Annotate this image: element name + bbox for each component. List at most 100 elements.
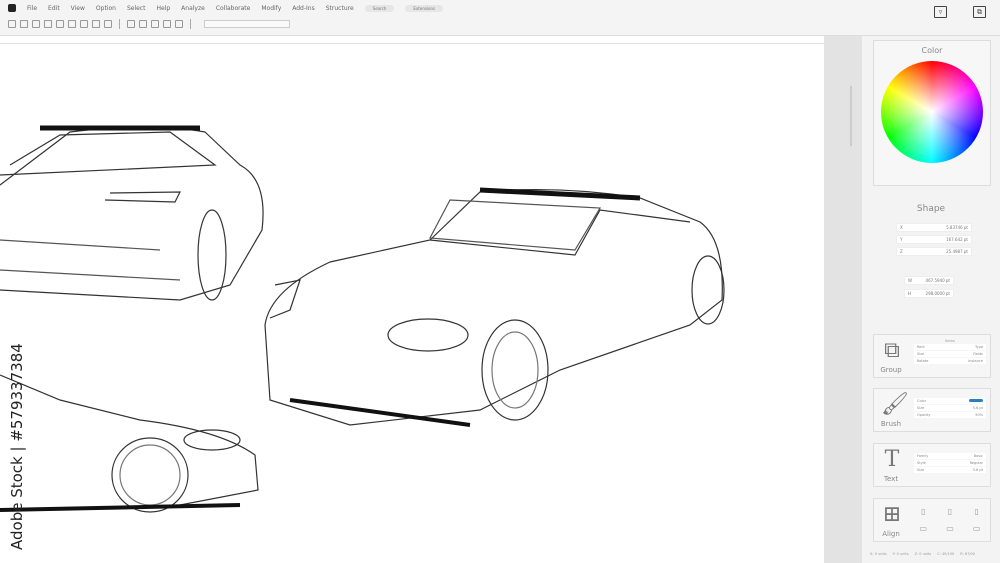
option[interactable]: Rect bbox=[917, 345, 925, 349]
top-toolbar: File Edit View Option Select Help Analyz… bbox=[0, 0, 1000, 36]
size-fields: W 467.5940 pt H 298.0000 pt bbox=[904, 272, 954, 302]
menu-view[interactable]: View bbox=[71, 5, 85, 12]
car-sketch-rear bbox=[0, 125, 264, 301]
option[interactable]: Type bbox=[975, 345, 983, 349]
status-bar: X: 0 units Y: 0 units Z: 0 units C: 49/1… bbox=[862, 552, 1000, 556]
menu-help[interactable]: Help bbox=[156, 5, 170, 12]
color-swatch[interactable] bbox=[969, 399, 983, 402]
window-tool-icon[interactable] bbox=[32, 20, 40, 28]
align-options: ▯ ▯ ▯ ▭ ▭ ▭ bbox=[914, 507, 986, 533]
pointer-icon[interactable] bbox=[104, 20, 112, 28]
right-panel: Color Shape X 5.83746 pt Y 167.642 pt Z 25.… bbox=[862, 36, 1000, 563]
h-field[interactable]: H 298.0000 pt bbox=[904, 289, 954, 298]
field-label: H bbox=[908, 291, 912, 296]
x-field[interactable]: X 5.83746 pt bbox=[896, 223, 972, 232]
divider bbox=[119, 19, 120, 29]
color-title: Color bbox=[921, 46, 943, 55]
field-value: 298.0000 pt bbox=[925, 291, 950, 296]
stop-icon[interactable] bbox=[80, 20, 88, 28]
menu-collaborate[interactable]: Collaborate bbox=[216, 5, 251, 12]
text-tool[interactable]: T Text Family Basic Style Regular Size 5.6 … bbox=[873, 443, 991, 487]
align-center-icon[interactable]: ▭ bbox=[941, 524, 960, 533]
brush-tool[interactable]: 🖌 Brush Color Size 5.6 pt Opacity 50% bbox=[873, 388, 991, 432]
field-value: 467.5940 pt bbox=[925, 278, 950, 283]
menu-edit[interactable]: Edit bbox=[48, 5, 60, 12]
group-tool[interactable]: ⧉ Group Items Rect Type Size Fields Rotate… bbox=[873, 334, 991, 378]
field-label: W bbox=[908, 278, 912, 283]
car-sketch-side bbox=[0, 374, 259, 513]
text-options: Family Basic Style Regular Size 5.6 pt bbox=[914, 452, 986, 474]
menu-select[interactable]: Select bbox=[127, 5, 146, 12]
status-x: X: 0 units bbox=[870, 552, 887, 556]
image-tool-icon[interactable] bbox=[44, 20, 52, 28]
y-field[interactable]: Y 167.642 pt bbox=[896, 235, 972, 244]
document-copy-icon[interactable] bbox=[163, 20, 171, 28]
option-value[interactable]: Regular bbox=[970, 461, 983, 465]
menu-modify[interactable]: Modify bbox=[261, 5, 281, 12]
menu-analyze[interactable]: Analyze bbox=[181, 5, 205, 12]
field-label: X bbox=[900, 225, 903, 230]
align-top-icon[interactable]: ▯ bbox=[941, 507, 960, 516]
color-wheel[interactable] bbox=[881, 61, 983, 163]
drawing-canvas[interactable] bbox=[0, 44, 824, 563]
align-label: Align bbox=[882, 530, 900, 538]
stack-icon[interactable] bbox=[139, 20, 147, 28]
option-value[interactable]: 5.6 pt bbox=[973, 406, 983, 410]
extensions-button[interactable]: Extensions bbox=[405, 4, 444, 12]
field-value: 167.642 pt bbox=[946, 237, 968, 242]
brush-options: Color Size 5.6 pt Opacity 50% bbox=[914, 397, 986, 419]
group-options: Items Rect Type Size Fields Rotate Instance bbox=[914, 339, 986, 365]
align-tool[interactable]: ⊞ Align ▯ ▯ ▯ ▭ ▭ ▭ bbox=[873, 498, 991, 542]
timer-icon[interactable] bbox=[92, 20, 100, 28]
option[interactable]: Instance bbox=[968, 359, 983, 363]
status-c: C: 49/100 bbox=[937, 552, 955, 556]
shape-fields: X 5.83746 pt Y 167.642 pt Z 25.4987 pt bbox=[896, 220, 972, 259]
option-value[interactable]: 50% bbox=[975, 413, 983, 417]
document-icon[interactable] bbox=[151, 20, 159, 28]
align-right-icon[interactable]: ▯ bbox=[967, 507, 986, 516]
align-icon: ⊞ bbox=[882, 502, 902, 527]
window-buttons: ▿ ⧉ bbox=[934, 6, 986, 18]
option-label: Size bbox=[917, 468, 925, 472]
menu-option[interactable]: Option bbox=[96, 5, 116, 12]
field-value: 5.83746 pt bbox=[946, 225, 968, 230]
lasso-tool-icon[interactable] bbox=[8, 20, 16, 28]
command-input[interactable] bbox=[204, 20, 290, 28]
search-button[interactable]: Search bbox=[364, 4, 395, 12]
status-r: R: 67/00 bbox=[960, 552, 975, 556]
option[interactable]: Rotate bbox=[917, 359, 928, 363]
menu-file[interactable]: File bbox=[27, 5, 37, 12]
option-value[interactable]: 5.6 pt bbox=[973, 468, 983, 472]
pause-icon[interactable] bbox=[68, 20, 76, 28]
status-z: Z: 0 units bbox=[914, 552, 932, 556]
z-field[interactable]: Z 25.4987 pt bbox=[896, 247, 972, 256]
copy-tool-icon[interactable] bbox=[20, 20, 28, 28]
option-label: Family bbox=[917, 454, 929, 458]
brush-icon: 🖌 bbox=[881, 392, 909, 417]
tool-row bbox=[8, 19, 290, 29]
play-icon[interactable] bbox=[56, 20, 64, 28]
group-label: Group bbox=[880, 366, 902, 374]
option-label: Style bbox=[917, 461, 926, 465]
option[interactable]: Fields bbox=[973, 352, 983, 356]
clipboard-icon[interactable] bbox=[175, 20, 183, 28]
color-card: Color bbox=[873, 40, 991, 186]
w-field[interactable]: W 467.5940 pt bbox=[904, 276, 954, 285]
align-left-icon[interactable]: ▯ bbox=[914, 507, 933, 516]
align-baseline-icon[interactable]: ▭ bbox=[967, 524, 986, 533]
field-label: Y bbox=[900, 237, 903, 242]
align-bottom-icon[interactable]: ▭ bbox=[914, 524, 933, 533]
option[interactable]: Size bbox=[917, 352, 924, 356]
download-icon[interactable]: ▿ bbox=[934, 6, 947, 18]
menu-add-ins[interactable]: Add-Ins bbox=[292, 5, 314, 12]
layers-icon[interactable] bbox=[127, 20, 135, 28]
windows-icon[interactable]: ⧉ bbox=[973, 6, 986, 18]
watermark: Adobe Stock | #579337384 bbox=[8, 343, 26, 550]
divider bbox=[190, 19, 191, 29]
scrollbar[interactable] bbox=[850, 86, 852, 146]
option-value[interactable]: Basic bbox=[974, 454, 983, 458]
option-label: Opacity bbox=[917, 413, 931, 417]
menu-bar: File Edit View Option Select Help Analyz… bbox=[8, 4, 444, 12]
group-icon: ⧉ bbox=[884, 338, 900, 363]
menu-structure[interactable]: Structure bbox=[326, 5, 354, 12]
